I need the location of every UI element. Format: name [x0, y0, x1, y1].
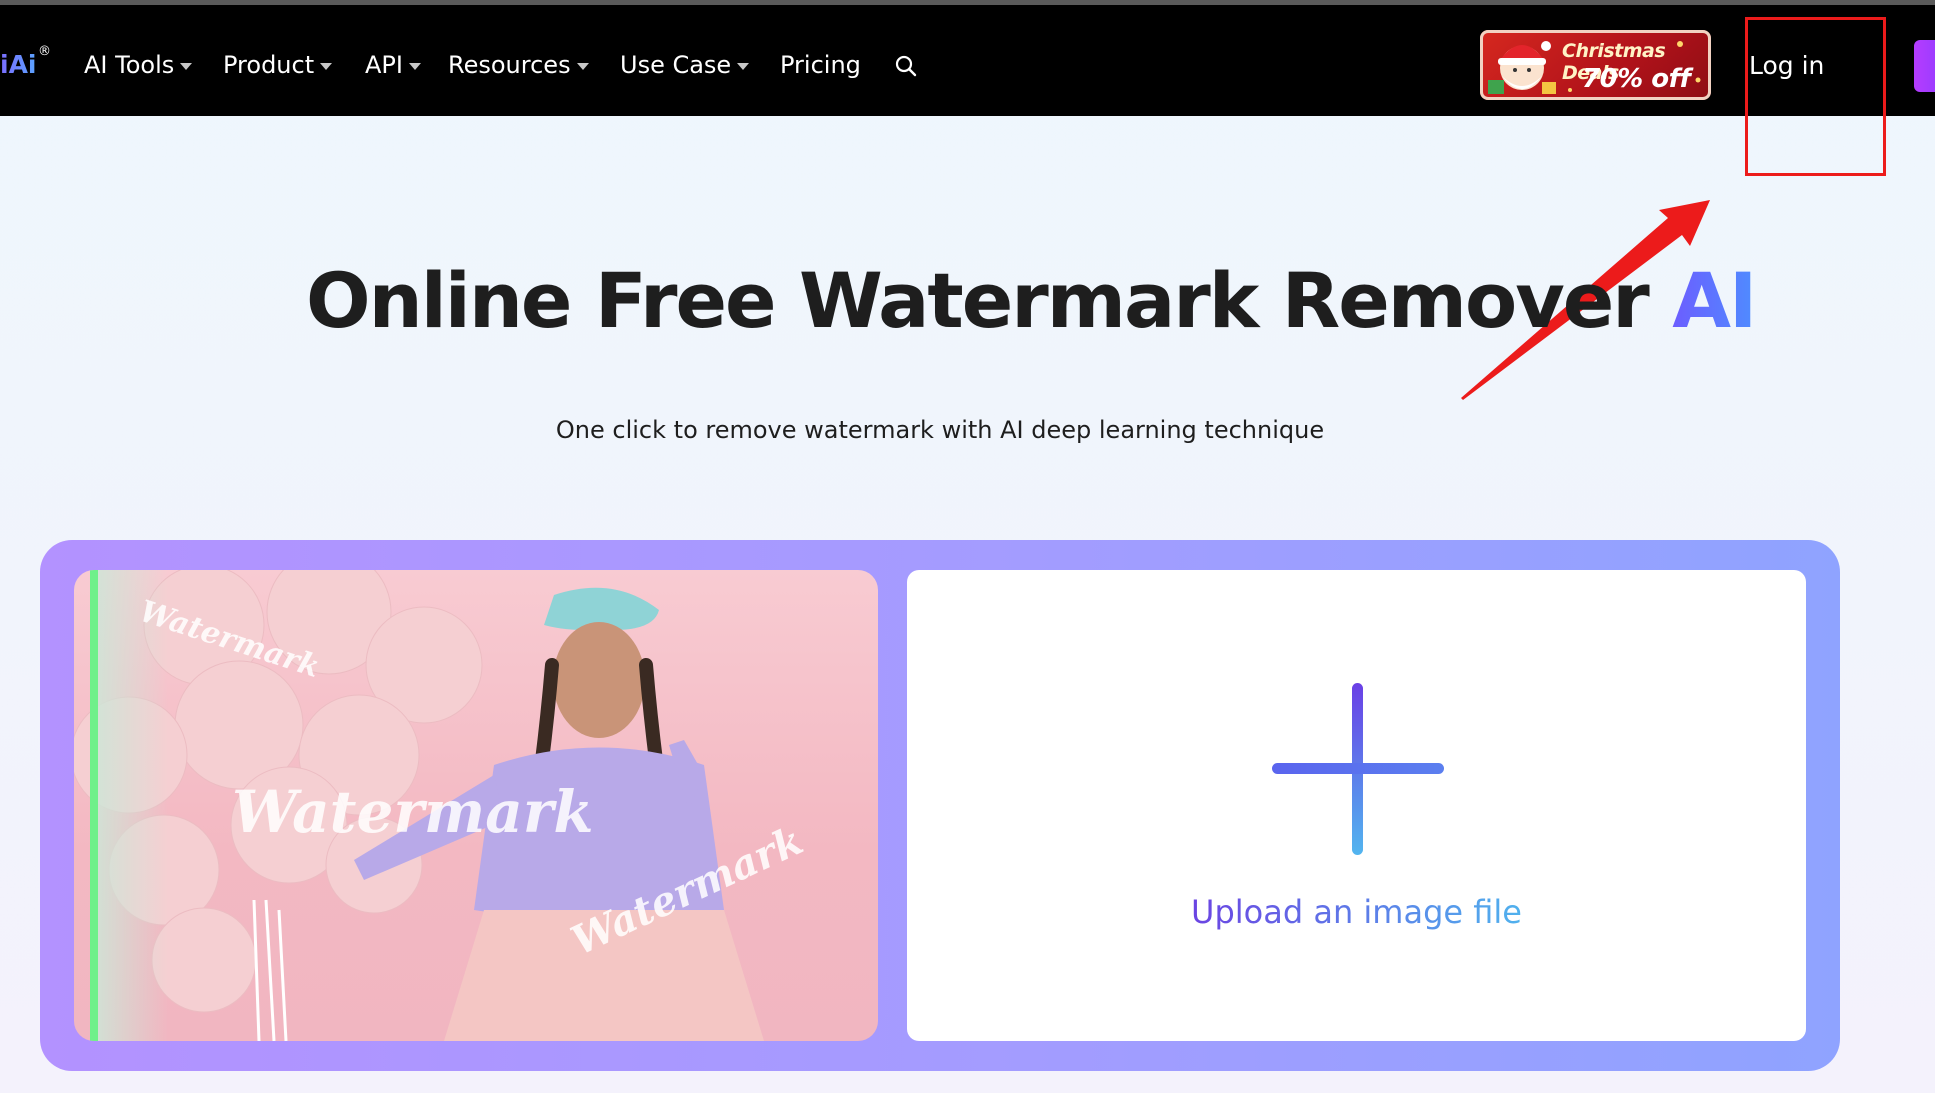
top-navbar: iAi ® AI Tools Product API Resources Use… [0, 5, 1935, 116]
demo-image: Watermark Watermark Watermark [74, 570, 878, 1041]
nav-pricing-label: Pricing [780, 51, 861, 79]
watermark-text: Watermark [232, 778, 594, 846]
page-subtitle: One click to remove watermark with AI de… [555, 416, 1325, 444]
logo-text: iAi [0, 50, 37, 79]
nav-resources-label: Resources [448, 51, 571, 79]
nav-ai-tools-label: AI Tools [84, 51, 175, 79]
caret-down-icon [320, 63, 333, 70]
page-title: Online Free Watermark Remover AI [306, 256, 1757, 345]
page-title-main: Online Free Watermark Remover [306, 256, 1673, 345]
tool-card: Watermark Watermark Watermark Upload an … [40, 540, 1840, 1071]
deal-discount: 70% off [1582, 64, 1691, 94]
nav-api-label: API [365, 51, 403, 79]
nav-use-case-label: Use Case [620, 51, 732, 79]
plus-icon [1272, 683, 1444, 855]
nav-product-label: Product [223, 51, 315, 79]
site-logo[interactable]: iAi ® [0, 44, 51, 90]
upload-label: Upload an image file [907, 893, 1806, 931]
nav-product[interactable]: Product [223, 47, 333, 83]
caret-down-icon [408, 63, 421, 70]
caret-down-icon [180, 63, 193, 70]
registered-mark: ® [38, 44, 51, 59]
comparison-slider-shade [98, 570, 168, 1041]
nav-pricing[interactable]: Pricing [780, 47, 861, 83]
upload-dropzone[interactable]: Upload an image file [907, 570, 1806, 1041]
page-title-accent: AI [1672, 256, 1757, 345]
nav-api[interactable]: API [365, 47, 421, 83]
nav-ai-tools[interactable]: AI Tools [84, 47, 193, 83]
search-icon[interactable] [894, 54, 918, 78]
christmas-deals-banner[interactable]: Christmas Deals 70% off [1480, 30, 1711, 100]
login-button[interactable]: Log in [1749, 43, 1824, 87]
signup-button[interactable] [1914, 40, 1935, 92]
comparison-slider-handle[interactable] [90, 570, 98, 1041]
caret-down-icon [576, 63, 589, 70]
caret-down-icon [737, 63, 750, 70]
login-label: Log in [1749, 50, 1825, 80]
nav-resources[interactable]: Resources [448, 47, 589, 83]
nav-use-case[interactable]: Use Case [620, 47, 750, 83]
